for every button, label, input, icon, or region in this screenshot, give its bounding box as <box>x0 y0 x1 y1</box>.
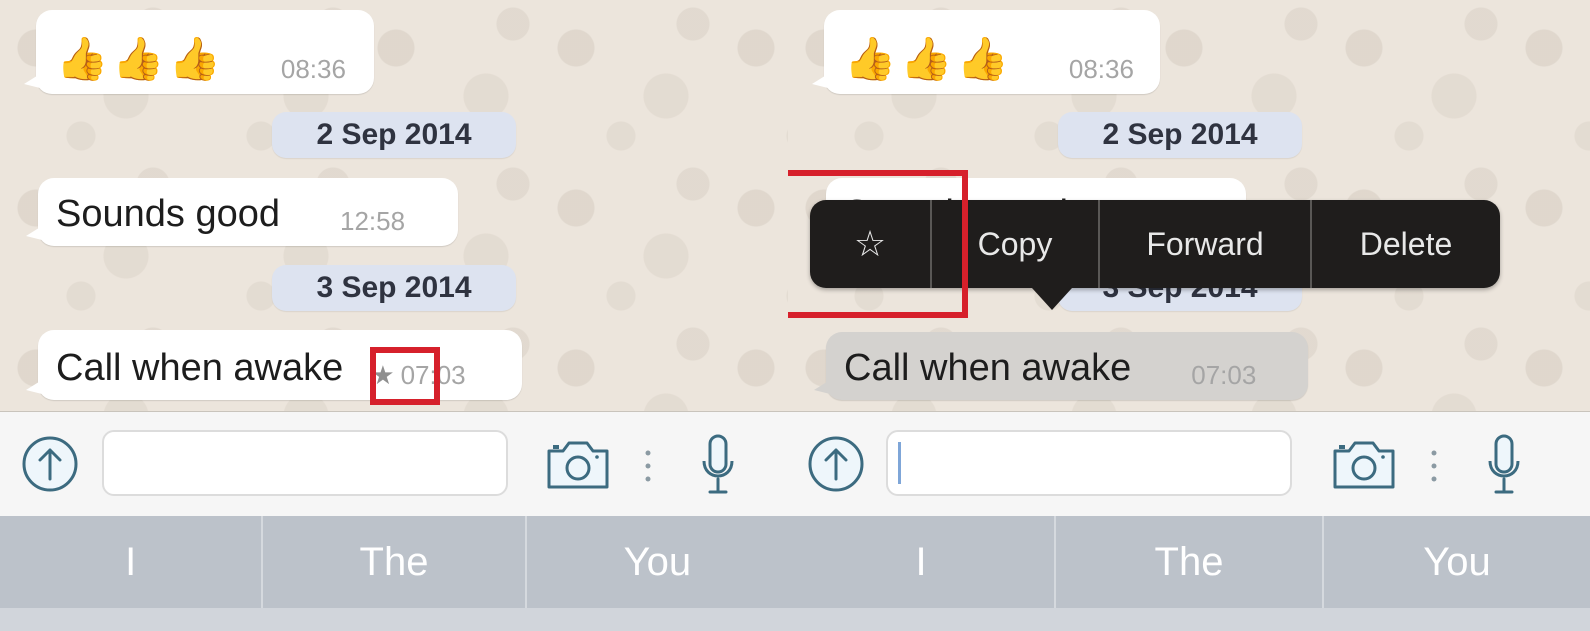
message-bubble-call-when-awake-selected[interactable]: Call when awake 07:03 <box>814 332 1308 400</box>
attach-button[interactable] <box>806 434 866 494</box>
thumbs-up-emoji: 👍👍👍 <box>844 35 1013 82</box>
suggestion-item[interactable]: You <box>1324 516 1590 608</box>
menu-item-delete[interactable]: Delete <box>1312 200 1500 288</box>
message-bubble-thumbs[interactable]: 👍👍👍 08:36 <box>812 10 1160 94</box>
microphone-button[interactable] <box>698 432 738 498</box>
camera-button[interactable] <box>1330 438 1398 492</box>
keyboard-suggestions: I The You <box>788 516 1590 608</box>
message-text: Call when awake <box>844 347 1132 389</box>
composer-bar <box>788 412 1590 516</box>
date-divider: 2 Sep 2014 <box>272 112 516 158</box>
suggestion-item[interactable]: The <box>263 516 527 608</box>
message-bubble-call-when-awake[interactable]: Call when awake ★ 07:03 <box>26 330 522 400</box>
camera-icon <box>1333 441 1395 489</box>
message-time: 12:58 <box>339 206 406 236</box>
highlight-annotation <box>788 170 968 318</box>
keyboard-edge <box>0 608 788 631</box>
message-input[interactable] <box>886 430 1292 496</box>
message-bubble-sounds-good[interactable]: Sounds good 12:58 <box>26 178 458 246</box>
message-bubble-thumbs[interactable]: 👍👍👍 08:36 <box>24 10 374 94</box>
thumbs-up-emoji: 👍👍👍 <box>56 35 225 82</box>
message-text: Call when awake <box>56 347 344 389</box>
camera-button[interactable] <box>544 438 612 492</box>
upload-arrow-icon <box>22 436 78 492</box>
attach-button[interactable] <box>20 434 80 494</box>
more-options-icon[interactable] <box>1424 446 1444 486</box>
microphone-icon <box>1488 434 1520 494</box>
message-time: 08:36 <box>1068 54 1134 84</box>
message-input[interactable] <box>102 430 508 496</box>
upload-arrow-icon <box>808 436 864 492</box>
chat-panel-before: 👍👍👍 08:36 2 Sep 2014 Sounds good 12:58 3… <box>0 0 788 631</box>
suggestion-item[interactable]: I <box>788 516 1056 608</box>
camera-icon <box>547 441 609 489</box>
keyboard-edge <box>788 608 1590 631</box>
message-time: 08:36 <box>280 54 346 84</box>
microphone-icon <box>702 434 734 494</box>
menu-item-forward[interactable]: Forward <box>1100 200 1312 288</box>
suggestion-item[interactable]: The <box>1056 516 1324 608</box>
date-divider: 3 Sep 2014 <box>272 265 516 311</box>
highlight-annotation <box>370 347 440 405</box>
keyboard-suggestions: I The You <box>0 516 788 608</box>
suggestion-item[interactable]: You <box>527 516 788 608</box>
date-divider: 2 Sep 2014 <box>1058 112 1302 158</box>
text-cursor <box>898 442 901 484</box>
suggestion-item[interactable]: I <box>0 516 264 608</box>
chat-panel-after: 👍👍👍 08:36 2 Sep 2014 Sounds good 12:58 3… <box>788 0 1590 631</box>
more-options-icon[interactable] <box>638 446 658 486</box>
microphone-button[interactable] <box>1484 432 1524 498</box>
composer-bar <box>0 412 788 516</box>
message-time: 07:03 <box>1191 360 1257 390</box>
message-text: Sounds good <box>56 193 280 235</box>
